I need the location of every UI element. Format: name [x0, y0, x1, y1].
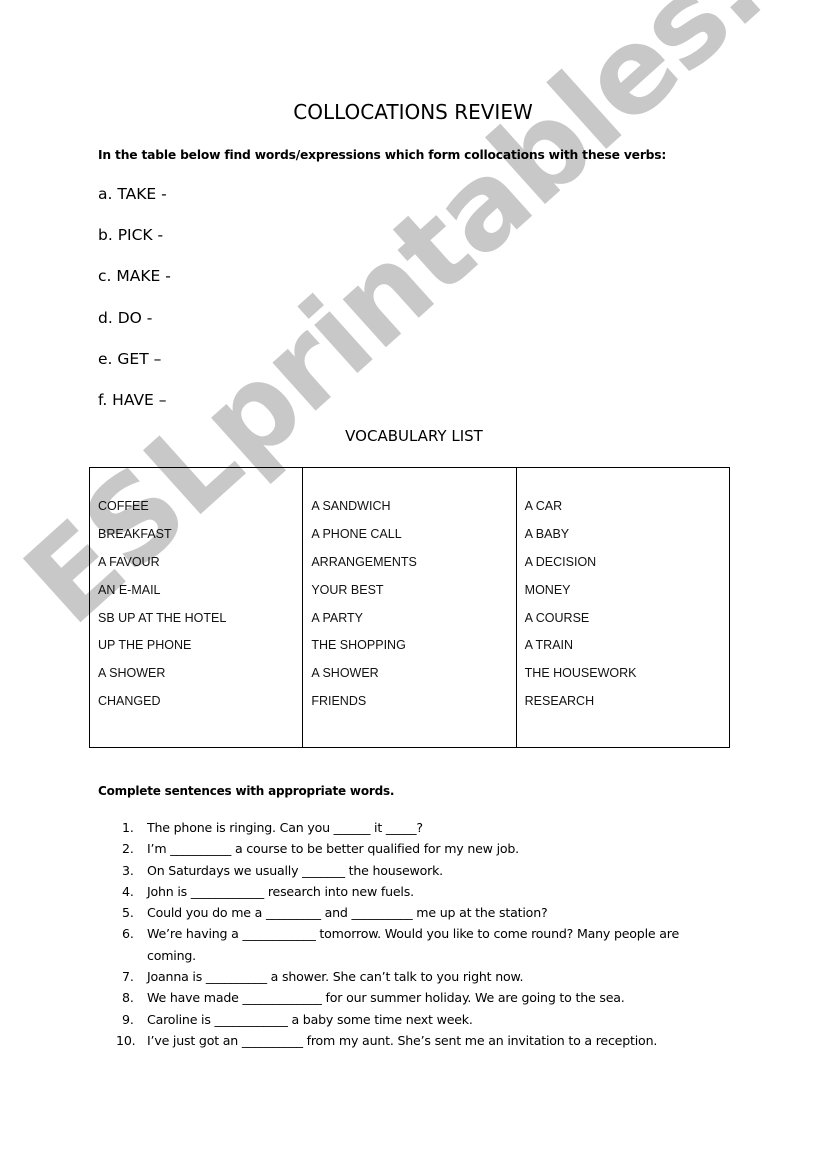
vocab-item: A SHOWER: [311, 666, 379, 681]
sentence-text: I’ve just got an __________ from my aunt…: [147, 1032, 658, 1048]
vocab-item: A BABY: [524, 526, 570, 541]
vocab-item: FRIENDS: [311, 694, 367, 709]
vocab-item: A SHOWER: [98, 666, 166, 681]
verb-item-get: e. GET –: [98, 349, 162, 368]
sentence-item: 3. On Saturdays we usually _______ the ho…: [122, 860, 722, 881]
sentence-item: 9. Caroline is ____________ a baby some t…: [122, 1009, 722, 1030]
vocab-item: SB UP AT THE HOTEL: [98, 610, 227, 625]
vocab-item: BREAKFAST: [98, 526, 172, 541]
sentence-number: 7.: [122, 969, 134, 985]
sentence-item: 2. I’m __________ a course to be better q…: [122, 838, 722, 859]
sentence-text: Caroline is ____________ a baby some tim…: [147, 1011, 473, 1027]
vocab-item: THE SHOPPING: [311, 638, 406, 653]
verb-item-have: f. HAVE –: [98, 390, 167, 409]
vocab-item: CHANGED: [98, 694, 161, 709]
vocab-item: ARRANGEMENTS: [311, 554, 417, 569]
sentence-number: 1.: [122, 820, 134, 835]
vocab-item: A COURSE: [524, 610, 590, 625]
sentence-item: 4. John is ____________ research into new…: [122, 881, 722, 902]
sentence-text: Could you do me a _________ and ________…: [147, 905, 548, 921]
vocab-item: A PARTY: [311, 610, 363, 625]
vocab-item: YOUR BEST: [311, 582, 384, 597]
vocab-item: A PHONE CALL: [311, 526, 402, 541]
sentence-item: 6. We’re having a ____________ tomorrow. …: [122, 923, 722, 966]
verb-list: a. TAKE - b. PICK - c. MAKE - d. DO - e.…: [98, 183, 171, 430]
sentence-text: We have made _____________ for our summe…: [147, 990, 625, 1006]
vocabulary-title: VOCABULARY LIST: [345, 427, 483, 445]
vocab-item: COFFEE: [98, 499, 149, 513]
vocabulary-column-1: COFFEE BREAKFAST A FAVOUR AN E-MAIL SB U…: [88, 467, 304, 748]
sentence-list: 1. The phone is ringing. Can you ______ i…: [116, 817, 722, 1051]
sentence-text: John is ____________ research into new f…: [147, 883, 414, 899]
sentence-number: 10.: [116, 1032, 136, 1048]
vocab-item: A SANDWICH: [311, 499, 391, 513]
worksheet-content: COLLOCATIONS REVIEW In the table below f…: [0, 0, 826, 1169]
verb-item-make: c. MAKE -: [98, 267, 171, 286]
sentence-number: 9.: [122, 1011, 134, 1027]
sentence-text: We’re having a ____________ tomorrow. Wo…: [147, 926, 680, 963]
vocab-item: AN E-MAIL: [98, 582, 161, 597]
sentence-text: Joanna is __________ a shower. She can’t…: [147, 969, 524, 985]
sentence-item: 10. I’ve just got an __________ from my a…: [116, 1030, 722, 1051]
vocabulary-column-3: A CAR A BABY A DECISION MONEY A COURSE A…: [515, 467, 731, 748]
vocab-item: UP THE PHONE: [98, 638, 192, 653]
vocab-item: A FAVOUR: [98, 554, 160, 569]
sentence-number: 6.: [122, 926, 134, 942]
exercise-instruction: Complete sentences with appropriate word…: [98, 784, 395, 798]
vocab-item: THE HOUSEWORK: [524, 666, 637, 681]
sentence-text: The phone is ringing. Can you ______ it …: [147, 820, 423, 835]
sentence-item: 1. The phone is ringing. Can you ______ i…: [122, 817, 722, 838]
verb-item-take: a. TAKE -: [98, 185, 167, 203]
vocabulary-row: COFFEE BREAKFAST A FAVOUR AN E-MAIL SB U…: [88, 467, 731, 748]
sentence-number: 5.: [122, 905, 134, 921]
page-title: COLLOCATIONS REVIEW: [293, 100, 533, 124]
vocab-item: A TRAIN: [524, 638, 574, 653]
vocab-item: MONEY: [524, 582, 571, 597]
verb-item-do: d. DO -: [98, 308, 153, 327]
vocab-item: A CAR: [524, 499, 563, 513]
sentence-item: 5. Could you do me a _________ and ______…: [122, 902, 722, 923]
sentence-item: 8. We have made _____________ for our sum…: [122, 987, 722, 1008]
worksheet-page: ESLprintables.com COLLOCATIONS REVIEW In…: [0, 0, 826, 1169]
vocab-item: A DECISION: [524, 554, 597, 569]
sentence-number: 8.: [122, 990, 134, 1006]
sentence-number: 2.: [122, 841, 134, 857]
sentence-item: 7. Joanna is __________ a shower. She can…: [122, 966, 722, 987]
sentence-text: On Saturdays we usually _______ the hous…: [147, 862, 443, 878]
verb-item-pick: b. PICK -: [98, 226, 164, 245]
sentence-number: 3.: [122, 862, 134, 878]
sentence-text: I’m __________ a course to be better qua…: [147, 841, 519, 857]
vocab-item: RESEARCH: [524, 694, 595, 709]
vocabulary-column-2: A SANDWICH A PHONE CALL ARRANGEMENTS YOU…: [302, 467, 517, 748]
vocabulary-table: COFFEE BREAKFAST A FAVOUR AN E-MAIL SB U…: [88, 467, 731, 748]
instruction-text: In the table below find words/expression…: [98, 148, 667, 162]
sentence-number: 4.: [122, 883, 134, 899]
